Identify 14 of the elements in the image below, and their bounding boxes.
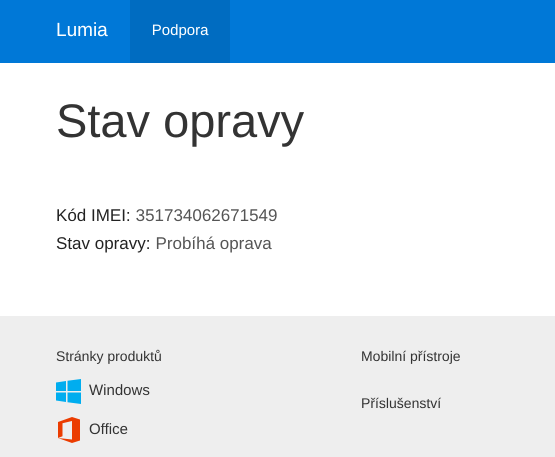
field-value: Probíhá oprava [156,233,272,255]
field-label: Stav opravy: [56,233,150,255]
nav-tab[interactable]: Podpora [130,0,230,63]
product-link[interactable]: Windows [89,380,150,402]
field-value: 351734062671549 [136,205,278,227]
footer-heading: Stránky produktů [56,347,163,366]
footer-link[interactable]: Mobilní přístroje [361,346,461,366]
page-title: Stav opravy [56,93,306,149]
product-link[interactable]: Office [89,418,128,442]
office-logo-icon [58,417,80,443]
brand-name[interactable]: Lumia [56,17,108,46]
windows-logo-icon [56,378,81,404]
field-label: Kód IMEI: [56,205,131,227]
footer-link[interactable]: Příslušenství [361,393,461,413]
